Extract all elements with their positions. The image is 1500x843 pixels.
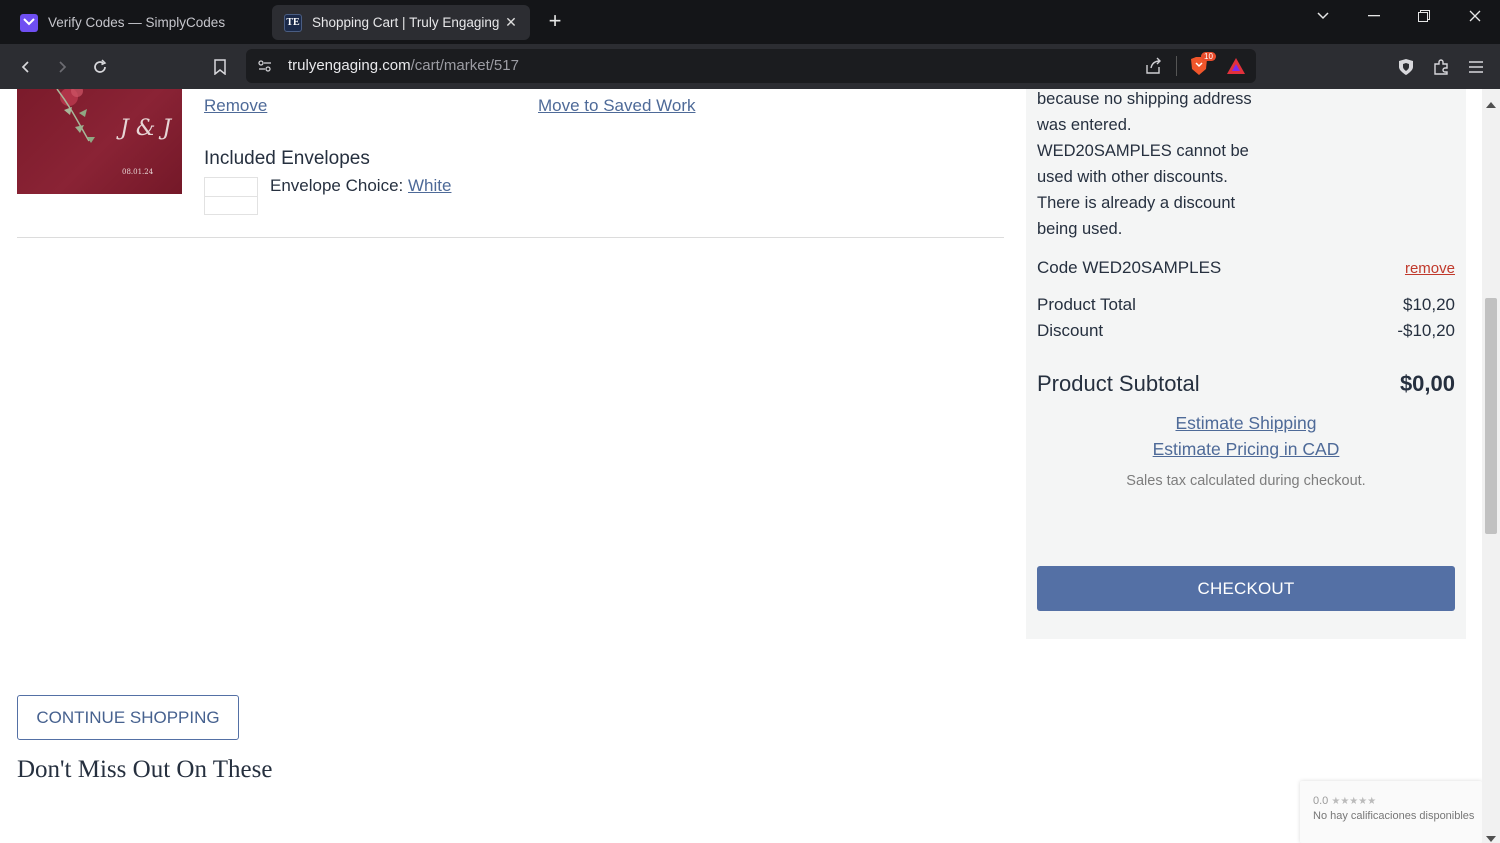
estimate-cad-wrap: Estimate Pricing in CAD [1037, 439, 1455, 460]
tab-title: Shopping Cart | Truly Engaging [312, 15, 500, 30]
url-path: /cart/market/517 [410, 57, 519, 74]
applied-code-label: Code WED20SAMPLES [1037, 258, 1222, 277]
message-line: There is already a discount [1037, 194, 1236, 212]
bookmark-icon[interactable] [207, 54, 233, 80]
continue-shopping-button[interactable]: CONTINUE SHOPPING [17, 695, 239, 740]
divider [1176, 56, 1177, 76]
restore-button[interactable] [1401, 0, 1447, 32]
simplycodes-icon [20, 13, 38, 32]
rating-score-line: 0.0 ★★★★★ [1313, 795, 1376, 807]
site-settings-icon[interactable] [257, 58, 273, 79]
url-text: trulyengaging.com/cart/market/517 [288, 57, 519, 74]
scrollbar-thumb[interactable] [1485, 298, 1497, 534]
navigation-bar: trulyengaging.com/cart/market/517 10 [0, 44, 1500, 89]
forward-button[interactable] [49, 54, 75, 80]
address-bar[interactable]: trulyengaging.com/cart/market/517 10 [246, 49, 1256, 83]
minimize-button[interactable] [1351, 0, 1397, 32]
estimate-shipping-wrap: Estimate Shipping [1037, 413, 1455, 434]
close-window-button[interactable] [1452, 0, 1498, 32]
applied-code-row: Code WED20SAMPLES remove [1037, 258, 1455, 278]
invitation-date: 08.01.24 [122, 168, 154, 176]
envelope-choice: Envelope Choice: White [270, 176, 451, 196]
product-total-row: Product Total $10,20 [1037, 295, 1455, 315]
tab-simplycodes[interactable]: Verify Codes — SimplyCodes [8, 5, 266, 40]
tab-list-chevron-icon[interactable] [1300, 0, 1346, 32]
back-button[interactable] [13, 54, 39, 80]
discount-row: Discount -$10,20 [1037, 321, 1455, 341]
remove-code-link[interactable]: remove [1405, 260, 1455, 277]
recommendations-heading: Don't Miss Out On These [17, 756, 273, 783]
url-domain: trulyengaging.com [288, 57, 411, 74]
tab-truly-engaging[interactable]: TE Shopping Cart | Truly Engaging ✕ [272, 5, 530, 40]
reload-button[interactable] [87, 54, 113, 80]
invitation-initials: J & J [120, 116, 172, 141]
product-total-value: $10,20 [1403, 295, 1455, 314]
scroll-down-icon[interactable] [1486, 829, 1496, 843]
brave-rewards-icon[interactable] [1226, 57, 1246, 80]
remove-item-link[interactable]: Remove [204, 96, 267, 116]
subtotal-value: $0,00 [1399, 371, 1455, 396]
close-tab-icon[interactable]: ✕ [502, 13, 520, 31]
discount-messages: because no shipping address was entered.… [1037, 89, 1252, 242]
included-envelopes-heading: Included Envelopes [204, 148, 370, 169]
rating-score: 0.0 [1313, 795, 1329, 807]
item-divider [17, 237, 1004, 238]
scroll-up-icon[interactable] [1486, 95, 1496, 113]
subtotal-label: Product Subtotal [1037, 371, 1200, 396]
envelope-swatch [204, 177, 258, 215]
message-line: used with other discounts. [1037, 168, 1228, 186]
envelope-choice-value-link[interactable]: White [408, 176, 451, 195]
rating-stars-icon: ★★★★★ [1331, 796, 1377, 807]
new-tab-button[interactable]: + [544, 10, 566, 33]
tab-strip: Verify Codes — SimplyCodes TE Shopping C… [0, 0, 1500, 44]
tax-note: Sales tax calculated during checkout. [1126, 473, 1366, 489]
page-content: J & J 08.01.24 Remove Move to Saved Work… [0, 89, 1482, 843]
message-line: was entered. [1037, 116, 1132, 134]
envelope-choice-label: Envelope Choice: [270, 176, 404, 195]
menu-icon[interactable] [1463, 54, 1489, 80]
product-total-label: Product Total [1037, 295, 1136, 314]
trulyengaging-icon: TE [284, 13, 302, 32]
shields-count-badge: 10 [1201, 52, 1216, 61]
message-line: being used. [1037, 220, 1123, 238]
move-to-saved-work-link[interactable]: Move to Saved Work [538, 96, 695, 116]
share-icon[interactable] [1144, 57, 1162, 80]
product-thumbnail[interactable]: J & J 08.01.24 [17, 89, 182, 194]
estimate-shipping-link[interactable]: Estimate Shipping [1175, 413, 1316, 433]
order-summary: because no shipping address was entered.… [1026, 89, 1466, 639]
message-line: WED20SAMPLES cannot be [1037, 142, 1249, 160]
discount-value: -$10,20 [1397, 321, 1455, 340]
checkout-button[interactable]: CHECKOUT [1037, 566, 1455, 611]
message-line: because no shipping address [1037, 90, 1252, 108]
floral-invitation-icon [56, 89, 95, 143]
subtotal-row: Product Subtotal $0,00 [1037, 371, 1455, 397]
page-scrollbar[interactable] [1482, 89, 1500, 843]
discount-label: Discount [1037, 321, 1104, 340]
rating-widget[interactable]: 0.0 ★★★★★ No hay calificaciones disponib… [1300, 781, 1482, 843]
estimate-pricing-cad-link[interactable]: Estimate Pricing in CAD [1153, 439, 1340, 459]
tab-title: Verify Codes — SimplyCodes [48, 15, 226, 30]
rating-text: No hay calificaciones disponibles [1313, 810, 1475, 822]
vpn-shield-icon[interactable] [1393, 54, 1419, 80]
extensions-icon[interactable] [1428, 54, 1454, 80]
